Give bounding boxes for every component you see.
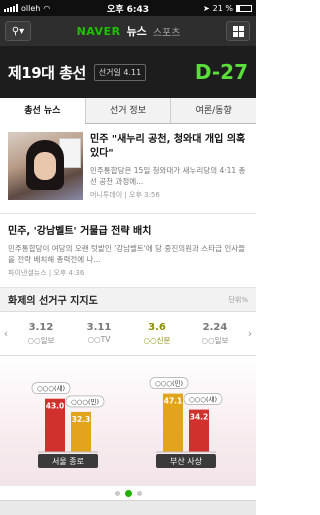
navbar: ⚲▾ NAVER 뉴스 스포츠 [0,16,256,46]
bar-value-label: 47.1 [164,397,183,406]
article-meta: 머니투데이 | 오후 3:56 [90,191,160,199]
poll-date-item-selected[interactable]: 3.6 ○○신문 [128,322,186,346]
poll-source: ○○일보 [201,335,229,345]
poll-date: 2.24 [202,321,228,333]
poll-header: 화제의 선거구 지지도 단위% [0,288,256,312]
clock: 오후 6:43 [106,4,150,15]
poll-date-item[interactable]: 3.12 ○○일보 [12,322,70,346]
tab-poll-trends[interactable]: 여론/동향 [170,98,256,123]
brand: NAVER 뉴스 스포츠 [31,23,226,39]
location-icon: ➤ [202,3,210,13]
page-dot-active[interactable] [124,489,132,497]
election-banner: 제19대 총선 선거일 4.11 D-27 [0,46,256,98]
search-icon: ⚲▾ [11,25,25,37]
bottom-bar [0,500,256,515]
naver-logo[interactable]: NAVER [77,25,121,38]
poll-title: 화제의 선거구 지지도 [8,296,98,307]
search-button[interactable]: ⚲▾ [5,21,31,41]
poll-source: ○○일보 [27,335,55,345]
battery-icon [236,4,252,12]
poll-date-item[interactable]: 3.11 ○○TV [70,322,128,346]
election-title: 제19대 총선 [8,63,86,82]
battery-label: 21 % [212,3,233,13]
poll-date: 3.6 [148,321,166,333]
bar-value-label: 34.2 [190,413,209,422]
poll-date-item[interactable]: 2.24 ○○일보 [186,322,244,346]
bar-value-label: 43.0 [46,402,65,411]
bar-value-label: 32.3 [72,415,91,424]
poll-date-selector: ‹ 3.12 ○○일보 3.11 ○○TV 3.6 ○○신문 2.24 ○○일보… [0,312,256,356]
news-article[interactable]: 민주 "새누리 공천, 청와대 개입 의혹 있다" 민주통합당은 15일 청와대… [0,124,256,214]
grid-menu-icon [232,25,238,31]
news-article[interactable]: 민주, '강남벨트' 거물급 전략 배치 민주통합당이 여당의 오랜 텃밭인 '… [0,214,256,288]
region-label: 서울 종로 [52,457,84,466]
chevron-right-icon[interactable]: › [244,327,256,340]
region-label: 부산 사상 [170,456,203,466]
page-dot[interactable] [136,490,142,496]
article-summary: 민주통합당은 15일 청와대가 새누리당의 4·11 총선 공천 과정에... [90,166,246,186]
dday-counter: D-27 [194,60,248,84]
poll-source: ○○TV [87,334,111,344]
article-source: 머니투데이 [90,191,123,199]
article-summary: 민주통합당이 여당의 오랜 텃밭인 '강남벨트'에 당 중진의원과 스타급 인사… [8,244,246,264]
article-time: 오후 3:56 [129,191,160,199]
article-source: 파이낸셜뉴스 [8,269,47,277]
candidate-label: ○○○(민) [155,379,183,388]
tab-election-info[interactable]: 선거 정보 [84,98,171,123]
poll-chart: 43.0 ○○○(새) 32.3 ○○○(민) 서울 종로 47.1 ○○○(민) 34.2 ○… [0,356,256,486]
page-indicator [0,486,256,500]
tab-election-news[interactable]: 총선 뉴스 [0,98,85,124]
candidate-label: ○○○(민) [71,397,99,406]
poll-unit: 단위% [228,295,248,304]
carrier-label: olleh [21,3,41,13]
article-thumbnail [8,132,83,200]
status-bar: olleh ◠ 오후 6:43 ➤ 21 % [0,0,256,16]
tab-bar: 총선 뉴스 선거 정보 여론/동향 [0,98,256,124]
sports-section-link[interactable]: 스포츠 [153,24,181,39]
election-date-badge: 선거일 4.11 [93,63,147,81]
chevron-left-icon[interactable]: ‹ [0,327,12,340]
poll-source: ○○신문 [143,335,171,345]
poll-chart-svg: 43.0 ○○○(새) 32.3 ○○○(민) 서울 종로 47.1 ○○○(민) 34.2 ○… [31,377,223,468]
article-title[interactable]: 민주 "새누리 공천, 청와대 개입 의혹 있다" [90,133,250,161]
poll-date: 3.11 [86,321,112,333]
page-dot[interactable] [114,490,120,496]
candidate-label: ○○○(새) [37,384,65,393]
news-section-link[interactable]: 뉴스 [127,23,147,39]
candidate-label: ○○○(새) [189,395,217,404]
article-time: 오후 4:36 [53,269,85,277]
article-title[interactable]: 민주, '강남벨트' 거물급 전략 배치 [8,222,248,237]
signal-icon [4,4,18,12]
poll-date: 3.12 [28,321,54,333]
grid-menu-button[interactable] [226,21,250,41]
article-meta: 파이낸셜뉴스 | 오후 4:36 [8,269,85,277]
wifi-icon: ◠ [43,3,51,13]
